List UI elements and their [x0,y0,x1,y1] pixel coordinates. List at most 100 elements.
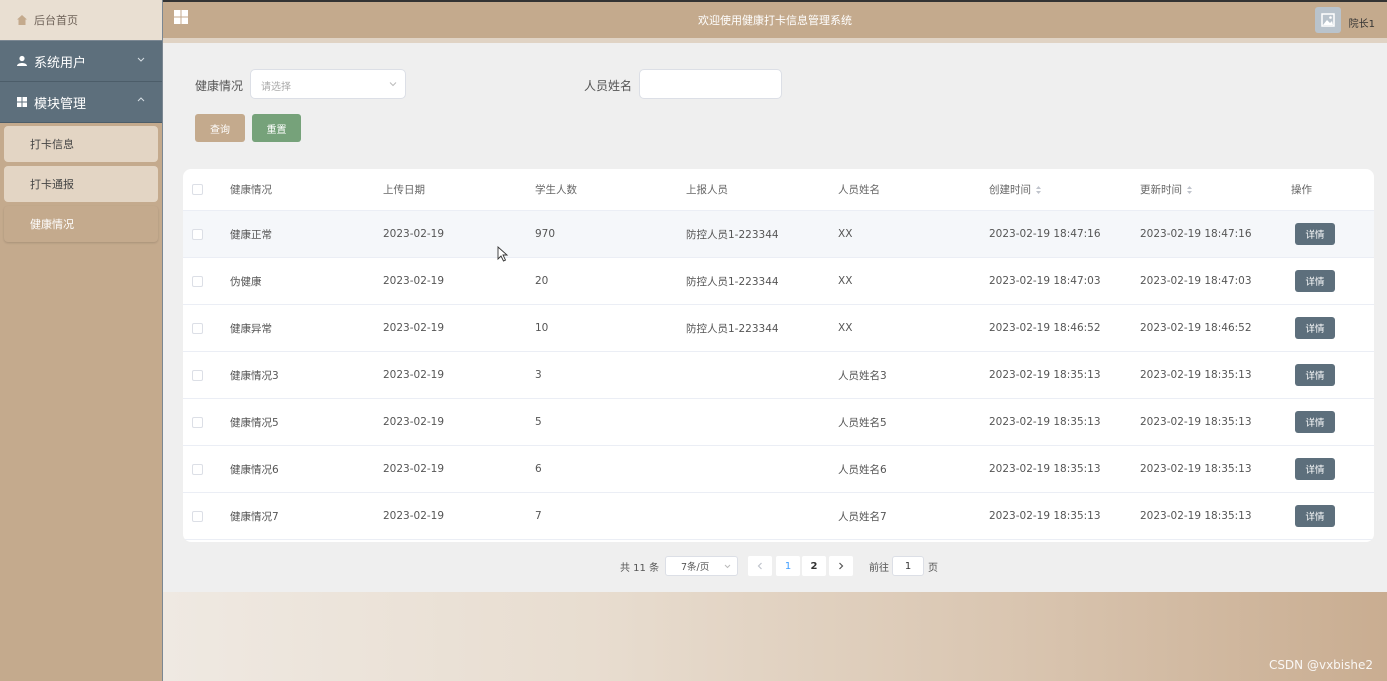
table-cell-created: 2023-02-19 18:47:16 [989,228,1101,240]
health-select[interactable]: 请选择 [250,69,406,99]
home-icon [17,15,27,25]
table-cell-reporter: 防控人员1-223344 [686,228,779,241]
row-checkbox[interactable] [192,416,203,428]
detail-button[interactable]: 详情 [1295,411,1335,433]
chevron-down-icon [389,82,397,87]
row-checkbox[interactable] [192,228,203,240]
name-input[interactable] [639,69,782,99]
table-body: 健康正常 2023-02-19 970 防控人员1-223344 XX 2023-02-1… [183,211,1374,540]
table-cell-count: 7 [535,510,542,522]
sidebar-item-checkin-notice[interactable]: 打卡通报 [4,166,158,202]
detail-button[interactable]: 详情 [1295,364,1335,386]
table-cell-name: 人员姓名7 [838,510,887,523]
table-cell-date: 2023-02-19 [383,275,445,287]
table-cell-reporter: 防控人员1-223344 [686,322,779,335]
username[interactable]: 院长1 [1349,15,1375,30]
table-cell-date: 2023-02-19 [383,463,445,475]
chevron-down-icon [137,57,145,62]
data-table: 健康情况 上传日期 学生人数 上报人员 人员姓名 创建时间 更新时间 操作 健康… [183,169,1374,542]
watermark: CSDN @vxbishe2 [1268,658,1373,672]
table-cell-name: 人员姓名3 [838,369,887,382]
table-cell-reporter: 防控人员1-223344 [686,275,779,288]
mouse-cursor-icon [497,246,509,262]
sidebar-item-checkin-info[interactable]: 打卡信息 [4,126,158,162]
row-checkbox[interactable] [192,510,203,522]
detail-button[interactable]: 详情 [1295,505,1335,527]
table-cell-health: 健康情况3 [230,369,279,382]
sidebar-item-label: 打卡信息 [30,138,74,151]
sidebar-item-label: 健康情况 [30,218,74,231]
avatar[interactable] [1315,7,1341,33]
column-header-sortable[interactable]: 更新时间 [1140,169,1193,210]
sidebar-group-label: 模块管理 [34,96,87,112]
sidebar-item-label: 打卡通报 [30,178,74,191]
table-cell-updated: 2023-02-19 18:35:13 [1140,510,1252,522]
table-cell-count: 6 [535,463,542,475]
chevron-up-icon [137,97,145,102]
table-cell-date: 2023-02-19 [383,228,445,240]
table-cell-date: 2023-02-19 [383,322,445,334]
sidebar-item-label: 后台首页 [34,14,78,27]
row-checkbox[interactable] [192,369,203,381]
table-cell-count: 5 [535,416,542,428]
row-checkbox[interactable] [192,275,203,287]
column-header: 学生人数 [535,184,577,196]
page-size-select[interactable]: 7条/页 [665,556,738,576]
table-cell-name: XX [838,322,853,334]
table-cell-updated: 2023-02-19 18:35:13 [1140,463,1252,475]
table-cell-created: 2023-02-19 18:35:13 [989,416,1101,428]
table-cell-health: 健康异常 [230,322,272,335]
chevron-left-icon [757,562,762,570]
name-filter-label: 人员姓名 [584,79,633,93]
sidebar-group-system-users[interactable]: 系统用户 [0,41,162,82]
detail-button[interactable]: 详情 [1295,270,1335,292]
table-cell-count: 970 [535,228,556,240]
sidebar: 后台首页 系统用户 模块管理 打卡信息 打卡通报 健康情况 [0,0,163,681]
next-page-button[interactable] [829,556,853,576]
sort-icon[interactable] [1035,185,1042,195]
column-header-label: 创建时间 [989,184,1031,196]
select-all-checkbox[interactable] [192,184,203,195]
footer-background [163,592,1387,681]
query-button[interactable]: 查询 [195,114,245,142]
top-bar: 欢迎使用健康打卡信息管理系统 院长1 [163,0,1387,38]
sort-icon[interactable] [1186,185,1193,195]
table-cell-date: 2023-02-19 [383,416,445,428]
table-cell-health: 健康情况5 [230,416,279,429]
user-icon [17,55,27,66]
page-title: 欢迎使用健康打卡信息管理系统 [698,14,852,27]
sidebar-item-health-status[interactable]: 健康情况 [4,206,158,242]
sidebar-item-home[interactable]: 后台首页 [0,0,162,41]
prev-page-button[interactable] [748,556,772,576]
sidebar-group-label: 系统用户 [34,55,87,71]
table-cell-updated: 2023-02-19 18:47:16 [1140,228,1252,240]
table-cell-count: 20 [535,275,549,287]
row-checkbox[interactable] [192,322,203,334]
table-row: 健康情况6 2023-02-19 6 人员姓名6 2023-02-19 18:35:13… [183,446,1374,493]
column-header-sortable[interactable]: 创建时间 [989,169,1042,210]
page-size-label: 7条/页 [681,562,710,573]
table-row: 健康正常 2023-02-19 970 防控人员1-223344 XX 2023-02-1… [183,211,1374,258]
goto-page-input[interactable]: 1 [892,556,924,576]
table-cell-name: XX [838,275,853,287]
table-cell-created: 2023-02-19 18:35:13 [989,510,1101,522]
table-cell-count: 3 [535,369,542,381]
table-row: 健康情况7 2023-02-19 7 人员姓名7 2023-02-19 18:35:13… [183,493,1374,540]
table-row: 健康情况3 2023-02-19 3 人员姓名3 2023-02-19 18:35:13… [183,352,1374,399]
table-cell-health: 健康情况6 [230,463,279,476]
sidebar-group-module-management[interactable]: 模块管理 [0,82,162,123]
table-cell-date: 2023-02-19 [383,510,445,522]
column-header: 人员姓名 [838,184,880,196]
row-checkbox[interactable] [192,463,203,475]
detail-button[interactable]: 详情 [1295,223,1335,245]
reset-button[interactable]: 重置 [252,114,301,142]
detail-button[interactable]: 详情 [1295,317,1335,339]
chevron-right-icon [839,562,844,570]
main-content: 健康情况 请选择 人员姓名 查询 重置 健康情况 上传日期 学生人数 上报人员 … [163,43,1387,592]
page-number-current[interactable]: 1 [776,556,800,576]
table-cell-health: 健康情况7 [230,510,279,523]
grid-icon [17,97,27,107]
page-number[interactable]: 2 [802,556,826,576]
table-row: 健康情况5 2023-02-19 5 人员姓名5 2023-02-19 18:35:13… [183,399,1374,446]
detail-button[interactable]: 详情 [1295,458,1335,480]
